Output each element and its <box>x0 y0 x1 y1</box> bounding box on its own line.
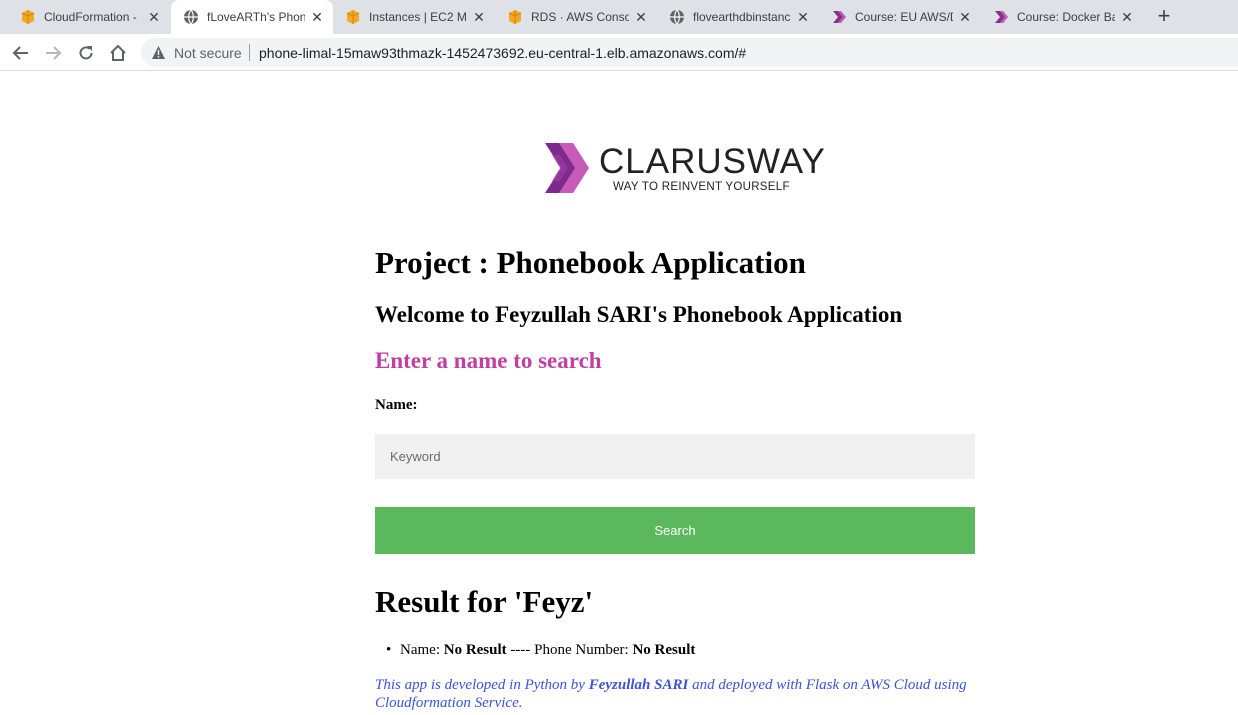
browser-toolbar: Not secure phone-limal-15maw93thmazk-145… <box>0 34 1238 71</box>
warning-icon <box>152 46 165 59</box>
globe-icon <box>184 9 198 25</box>
close-tab-icon[interactable]: ✕ <box>957 9 973 25</box>
result-phone-label: Phone Number: <box>534 642 629 658</box>
result-heading: Result for 'Feyz' <box>375 584 594 619</box>
new-tab-icon[interactable]: + <box>1154 5 1174 27</box>
result-name-value: No Result <box>443 642 507 658</box>
clarusway-chevron-icon <box>545 143 589 193</box>
address-bar[interactable]: Not secure phone-limal-15maw93thmazk-145… <box>141 38 1238 67</box>
aws-box-icon <box>508 10 522 24</box>
tab-title: Course: Docker Ba <box>1017 10 1115 24</box>
keyword-input[interactable] <box>375 434 975 479</box>
tab-ec2-instances[interactable]: Instances | EC2 Ma ✕ <box>333 0 495 34</box>
name-label: Name: <box>375 397 418 413</box>
back-arrow-icon <box>12 46 28 60</box>
tab-title: Instances | EC2 Ma <box>369 10 467 24</box>
result-name-label: Name: <box>400 642 440 658</box>
tab-title: CloudFormation - <box>44 10 137 24</box>
search-heading: Enter a name to search <box>375 348 602 373</box>
footer-note: This app is developed in Python by Feyzu… <box>375 676 985 712</box>
back-button[interactable] <box>9 41 33 65</box>
welcome-heading: Welcome to Feyzullah SARI's Phonebook Ap… <box>375 302 903 327</box>
tab-title: flovearthdbinstanc <box>693 10 791 24</box>
tab-cloudformation[interactable]: CloudFormation - ✕ <box>8 0 171 34</box>
tab-strip: CloudFormation - ✕ fLoveARTh's Phone ✕ I… <box>0 0 1238 34</box>
home-icon <box>110 44 126 61</box>
close-tab-icon[interactable]: ✕ <box>146 9 162 25</box>
tab-phonebook[interactable]: fLoveARTh's Phone ✕ <box>171 0 333 34</box>
forward-arrow-icon <box>46 46 62 60</box>
globe-icon <box>670 9 684 25</box>
tab-title: RDS · AWS Consol <box>531 10 629 24</box>
list-item: Name: No Result ---- Phone Number: No Re… <box>386 642 696 659</box>
clarusway-chevron-icon <box>995 11 1008 23</box>
tab-course-eu-aws[interactable]: Course: EU AWS/D ✕ <box>819 0 981 34</box>
reload-button[interactable] <box>74 41 98 65</box>
aws-box-icon <box>346 10 360 24</box>
footer-prefix: This app is developed in Python by <box>375 677 585 693</box>
url-text[interactable]: phone-limal-15maw93thmazk-1452473692.eu-… <box>259 45 746 61</box>
tab-course-docker[interactable]: Course: Docker Ba ✕ <box>981 0 1143 34</box>
footer-author: Feyzullah SARI <box>588 677 689 693</box>
reload-icon <box>79 46 93 60</box>
close-tab-icon[interactable]: ✕ <box>633 9 649 25</box>
result-separator: ---- <box>510 642 531 658</box>
forward-button[interactable] <box>41 41 65 65</box>
security-status[interactable]: Not secure <box>174 45 242 61</box>
tab-title: fLoveARTh's Phone <box>207 10 305 24</box>
logo-name: CLARUSWAY <box>599 142 826 181</box>
clarusway-logo: CLARUSWAY WAY TO REINVENT YOURSELF <box>543 141 825 197</box>
tab-rds[interactable]: RDS · AWS Consol ✕ <box>495 0 657 34</box>
close-tab-icon[interactable]: ✕ <box>795 9 811 25</box>
result-list: Name: No Result ---- Phone Number: No Re… <box>386 642 696 659</box>
project-title: Project : Phonebook Application <box>375 245 806 280</box>
tab-dbinstance[interactable]: flovearthdbinstanc ✕ <box>657 0 819 34</box>
result-phone-value: No Result <box>632 642 696 658</box>
close-tab-icon[interactable]: ✕ <box>471 9 487 25</box>
tab-title: Course: EU AWS/D <box>855 10 953 24</box>
close-tab-icon[interactable]: ✕ <box>309 9 325 25</box>
home-button[interactable] <box>106 41 130 65</box>
aws-box-icon <box>21 10 35 24</box>
search-button[interactable]: Search <box>375 507 975 554</box>
divider <box>249 44 250 61</box>
close-tab-icon[interactable]: ✕ <box>1119 9 1135 25</box>
logo-tagline: WAY TO REINVENT YOURSELF <box>613 181 790 193</box>
clarusway-chevron-icon <box>833 11 846 23</box>
